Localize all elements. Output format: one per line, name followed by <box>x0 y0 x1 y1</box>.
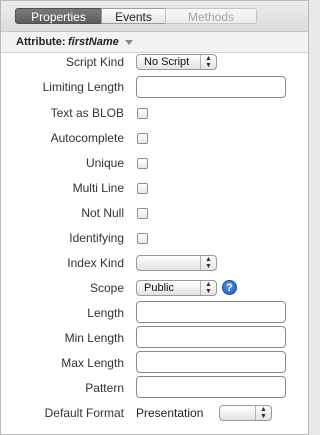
default-format-label: Default Format <box>44 406 124 420</box>
help-icon[interactable]: ? <box>222 280 237 295</box>
scope-label: Scope <box>89 281 124 295</box>
min-length-field[interactable] <box>136 326 286 348</box>
min-length-label: Min Length <box>64 331 124 345</box>
unique-label: Unique <box>85 156 124 170</box>
max-length-field[interactable] <box>136 351 286 373</box>
script-kind-label: Script Kind <box>65 55 124 69</box>
popup-arrows-icon: ▲ ▼ <box>200 281 216 295</box>
tab-events[interactable]: Events <box>101 8 166 24</box>
popup-arrows-icon: ▲ ▼ <box>200 55 216 69</box>
default-format-popup[interactable]: ▲ ▼ <box>219 405 272 421</box>
attribute-header-label: Attribute: <box>16 36 66 48</box>
pattern-label: Pattern <box>85 381 124 395</box>
multi-line-checkbox[interactable] <box>137 183 148 194</box>
tab-properties[interactable]: Properties <box>15 8 102 24</box>
popup-arrows-icon: ▲ ▼ <box>200 256 216 270</box>
popup-arrows-icon: ▲ ▼ <box>255 406 271 420</box>
max-length-label: Max Length <box>61 356 124 370</box>
autocomplete-label: Autocomplete <box>50 131 124 145</box>
identifying-checkbox[interactable] <box>137 233 148 244</box>
scope-popup[interactable]: Public ▲ ▼ <box>136 280 217 296</box>
text-as-blob-label: Text as BLOB <box>50 106 124 120</box>
index-kind-label: Index Kind <box>67 256 124 270</box>
attribute-header[interactable]: Attribute: firstName <box>1 32 308 53</box>
inspector-tab-bar: Properties Events Methods <box>1 1 308 32</box>
not-null-checkbox[interactable] <box>137 208 148 219</box>
identifying-label: Identifying <box>69 231 124 245</box>
script-kind-value: No Script <box>144 56 190 68</box>
length-label: Length <box>87 306 124 320</box>
disclosure-arrow-icon[interactable] <box>125 40 133 45</box>
attribute-name: firstName <box>68 36 119 48</box>
length-field[interactable] <box>136 301 286 323</box>
index-kind-popup[interactable]: ▲ ▼ <box>136 255 217 271</box>
multi-line-label: Multi Line <box>72 181 124 195</box>
unique-checkbox[interactable] <box>137 158 148 169</box>
not-null-label: Not Null <box>81 206 124 220</box>
default-format-text: Presentation <box>136 406 204 420</box>
script-kind-popup[interactable]: No Script ▲ ▼ <box>136 54 217 70</box>
limiting-length-label: Limiting Length <box>42 80 124 94</box>
limiting-length-field[interactable] <box>136 76 286 98</box>
autocomplete-checkbox[interactable] <box>137 133 148 144</box>
pattern-field[interactable] <box>136 376 286 398</box>
tab-methods: Methods <box>165 8 257 24</box>
scope-value: Public <box>144 282 174 294</box>
text-as-blob-checkbox[interactable] <box>137 108 148 119</box>
attribute-inspector-panel: Properties Events Methods Attribute: fir… <box>0 0 309 435</box>
